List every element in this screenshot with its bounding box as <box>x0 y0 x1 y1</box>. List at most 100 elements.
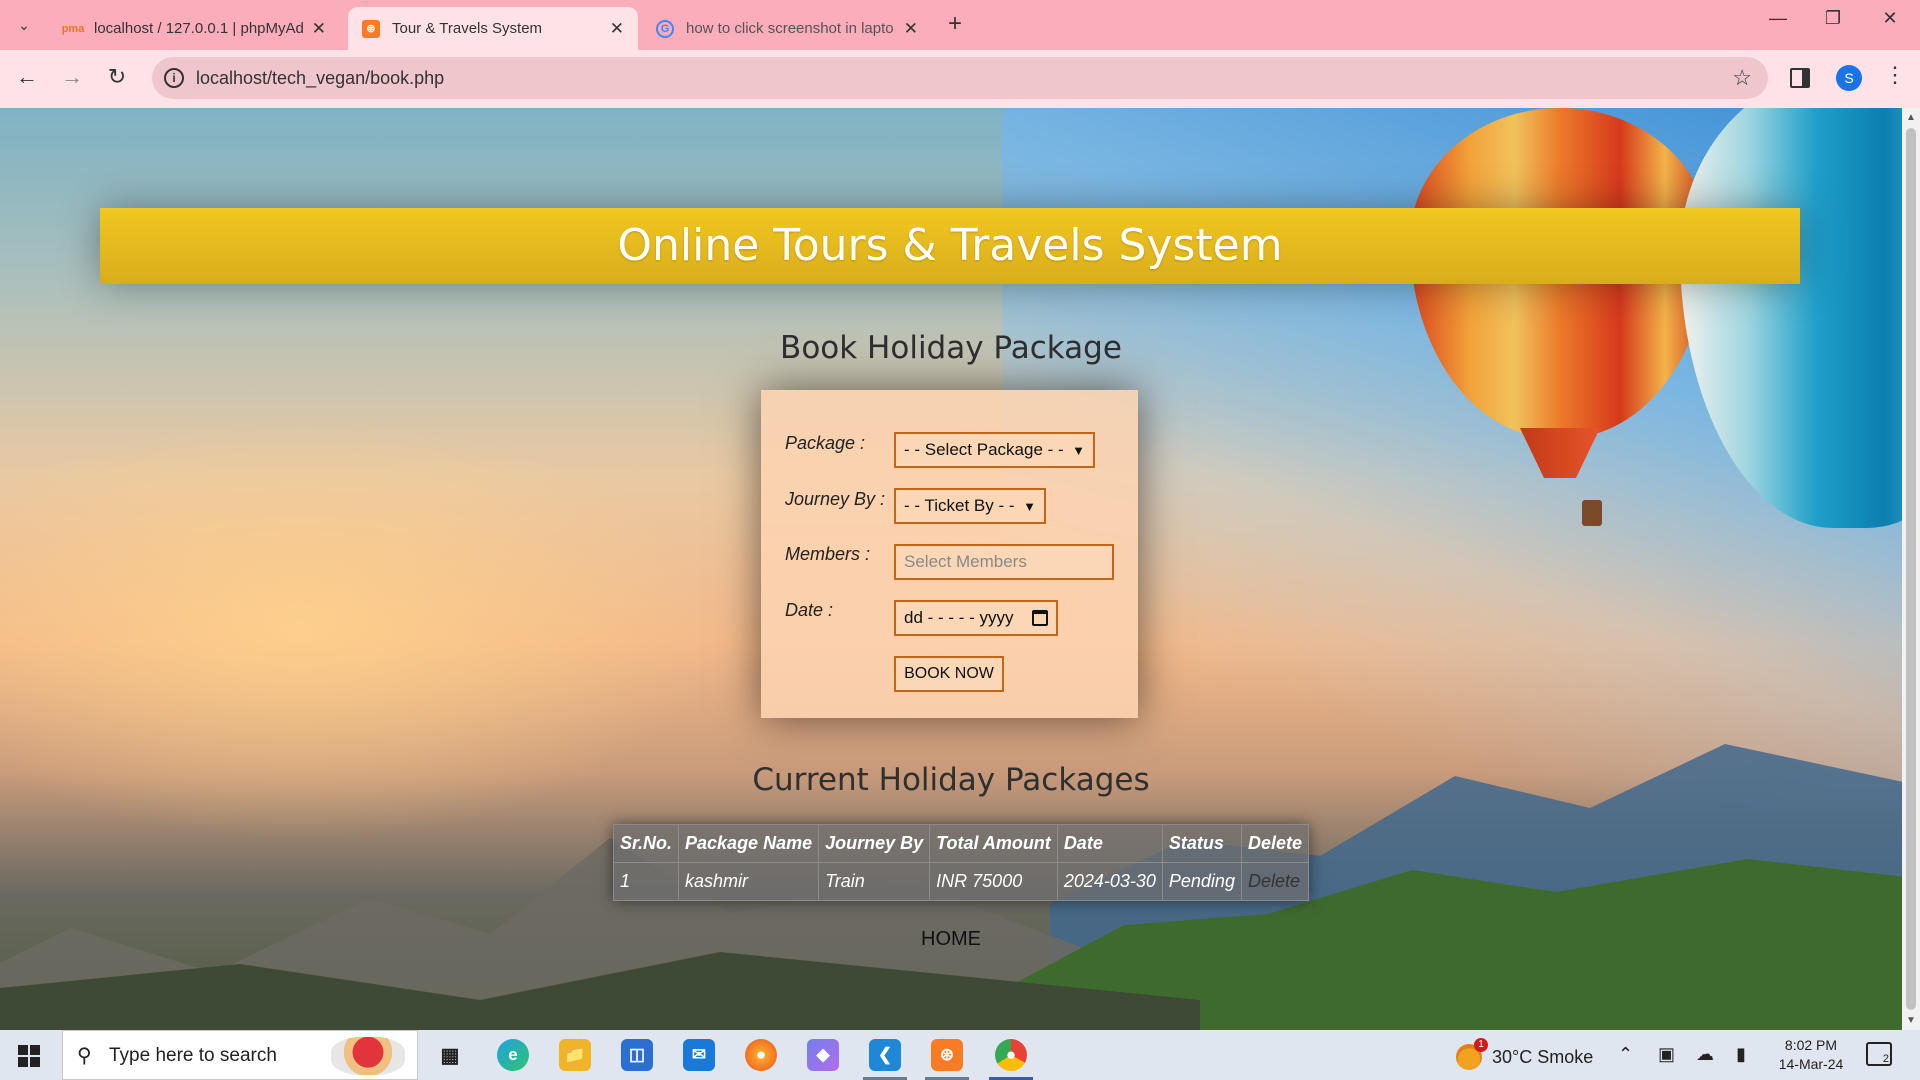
calendar-icon[interactable] <box>1032 610 1048 626</box>
journey-select-value: - - Ticket By - - <box>904 496 1015 515</box>
tab-search-button[interactable]: ⌄ <box>8 10 40 40</box>
restore-button[interactable]: ❐ <box>1813 8 1853 29</box>
forward-arrow-icon[interactable]: → <box>57 64 87 90</box>
reload-icon[interactable]: ↻ <box>102 64 132 90</box>
address-bar[interactable]: i localhost/tech_vegan/book.php ☆ <box>152 57 1768 99</box>
weather-alert-badge: 1 <box>1474 1038 1488 1052</box>
date-label: Date : <box>785 600 834 620</box>
column-header: Journey By <box>818 824 931 863</box>
minimize-button[interactable]: — <box>1758 8 1798 29</box>
cell-package-name: kashmir <box>678 862 820 901</box>
cell-total-amount: INR 75000 <box>929 862 1058 901</box>
chevron-down-icon: ▼ <box>1023 498 1036 514</box>
weather-widget[interactable]: 1 30°C Smoke <box>1456 1038 1594 1070</box>
page-viewport: Online Tours & Travels System Book Holid… <box>0 108 1902 1030</box>
close-tab-icon[interactable]: ✕ <box>312 19 326 39</box>
taskbar-search-box[interactable]: ⚲ Type here to search <box>62 1030 418 1080</box>
members-placeholder: Select Members <box>904 552 1027 571</box>
clock-time: 8:02 PM <box>1784 1037 1838 1053</box>
package-select-value: - - Select Package - - <box>904 440 1064 459</box>
tab-google-search[interactable]: G how to click screenshot in lapto ✕ <box>642 7 932 50</box>
url-text[interactable]: localhost/tech_vegan/book.php <box>196 68 444 89</box>
members-input[interactable]: Select Members <box>894 544 1114 580</box>
mail-icon[interactable]: ✉ <box>683 1039 715 1071</box>
search-icon: ⚲ <box>77 1045 92 1067</box>
microsoft-store-icon[interactable]: ◫ <box>621 1039 653 1071</box>
site-info-icon[interactable]: i <box>164 68 184 88</box>
close-tab-icon[interactable]: ✕ <box>904 19 918 39</box>
meet-now-icon[interactable]: ▣ <box>1658 1044 1675 1065</box>
side-panel-icon[interactable] <box>1790 68 1810 88</box>
new-tab-button[interactable]: + <box>948 10 962 38</box>
book-now-button[interactable]: BOOK NOW <box>894 656 1004 692</box>
cell-status: Pending <box>1161 862 1242 901</box>
scroll-down-arrow-icon[interactable]: ▼ <box>1906 1015 1916 1026</box>
taskbar-search-placeholder: Type here to search <box>109 1045 277 1066</box>
scrollbar-thumb[interactable] <box>1906 128 1916 1010</box>
taskbar-clock[interactable]: 8:02 PM 14-Mar-24 <box>1776 1036 1846 1074</box>
xampp-icon[interactable]: ⊛ <box>931 1039 963 1071</box>
edge-browser-icon[interactable]: e <box>497 1039 529 1071</box>
cell-date: 2024-03-30 <box>1056 862 1163 901</box>
notification-count: 2 <box>1882 1053 1889 1065</box>
scroll-up-arrow-icon[interactable]: ▲ <box>1906 112 1916 123</box>
column-header: Sr.No. <box>612 824 680 863</box>
cell-journey-by: Train <box>818 862 931 901</box>
clock-date: 14-Mar-24 <box>1778 1056 1844 1072</box>
column-header: Total Amount <box>929 824 1058 863</box>
profile-avatar[interactable]: S <box>1836 65 1862 91</box>
phpmyadmin-icon: pma <box>61 22 85 35</box>
search-highlight-cake-icon <box>331 1037 405 1075</box>
chevron-up-icon[interactable]: ⌃ <box>1618 1044 1633 1065</box>
notification-center-icon[interactable]: 2 <box>1866 1042 1892 1066</box>
column-header: Delete <box>1240 824 1309 863</box>
tab-title: localhost / 127.0.0.1 | phpMyAd <box>94 20 304 37</box>
tab-tour-travels[interactable]: ⊛ Tour & Travels System ✕ <box>348 7 638 50</box>
firefox-icon[interactable]: ● <box>745 1039 777 1071</box>
back-arrow-icon[interactable]: ← <box>12 64 42 90</box>
table-row: 1 kashmir Train INR 75000 2024-03-30 Pen… <box>612 862 1309 901</box>
bookmark-star-icon[interactable]: ☆ <box>1732 65 1752 91</box>
weather-description: Smoke <box>1537 1046 1594 1067</box>
page-scrollbar[interactable]: ▲ ▼ <box>1902 108 1920 1030</box>
journey-select[interactable]: - - Ticket By - - ▼ <box>894 488 1046 524</box>
journey-label: Journey By : <box>785 489 886 509</box>
packages-table: Sr.No. Package Name Journey By Total Amo… <box>612 824 1309 901</box>
close-window-button[interactable]: ✕ <box>1870 8 1910 29</box>
browser-toolbar: ← → ↻ i localhost/tech_vegan/book.php ☆ … <box>0 50 1920 108</box>
date-value: dd - - - - - yyyy <box>904 608 1014 627</box>
chrome-icon[interactable]: ● <box>995 1039 1027 1071</box>
column-header: Date <box>1056 824 1163 863</box>
close-tab-icon[interactable]: ✕ <box>610 19 624 39</box>
current-packages-heading: Current Holiday Packages <box>752 762 1150 798</box>
menu-kebab-icon[interactable]: ⋮ <box>1884 62 1906 88</box>
browser-tab-bar: ⌄ pma localhost / 127.0.0.1 | phpMyAd ✕ … <box>0 0 1920 50</box>
chevron-down-icon: ▼ <box>1072 442 1085 458</box>
site-title: Online Tours & Travels System <box>617 220 1283 271</box>
delete-link[interactable]: Delete <box>1240 862 1309 901</box>
weather-sun-icon: 1 <box>1456 1038 1488 1070</box>
column-header: Status <box>1161 824 1242 863</box>
vscode-icon[interactable]: ❮ <box>869 1039 901 1071</box>
tab-title: Tour & Travels System <box>392 20 543 37</box>
app-icon[interactable]: ◆ <box>807 1039 839 1071</box>
book-package-heading: Book Holiday Package <box>780 330 1122 366</box>
date-input[interactable]: dd - - - - - yyyy <box>894 600 1058 636</box>
xampp-icon: ⊛ <box>362 19 380 38</box>
home-link[interactable]: HOME <box>0 928 1902 951</box>
google-icon: G <box>656 19 674 38</box>
site-header: Online Tours & Travels System <box>100 208 1800 284</box>
windows-start-icon[interactable] <box>18 1045 40 1067</box>
battery-icon[interactable]: ▮ <box>1736 1044 1746 1065</box>
tab-phpmyadmin[interactable]: pma localhost / 127.0.0.1 | phpMyAd ✕ <box>50 7 340 50</box>
members-label: Members : <box>785 544 871 564</box>
task-view-icon[interactable]: ▦ <box>434 1039 466 1071</box>
table-header-row: Sr.No. Package Name Journey By Total Amo… <box>612 824 1309 863</box>
onedrive-cloud-icon[interactable]: ☁ <box>1696 1044 1714 1065</box>
package-select[interactable]: - - Select Package - - ▼ <box>894 432 1095 468</box>
windows-taskbar: ⚲ Type here to search ▦ e 📁 ◫ ✉ ● ◆ ❮ ⊛ … <box>0 1030 1920 1080</box>
balloon-basket-image <box>1582 500 1602 526</box>
column-header: Package Name <box>678 824 820 863</box>
booking-form: Package : - - Select Package - - ▼ Journ… <box>761 390 1138 718</box>
file-explorer-icon[interactable]: 📁 <box>559 1039 591 1071</box>
